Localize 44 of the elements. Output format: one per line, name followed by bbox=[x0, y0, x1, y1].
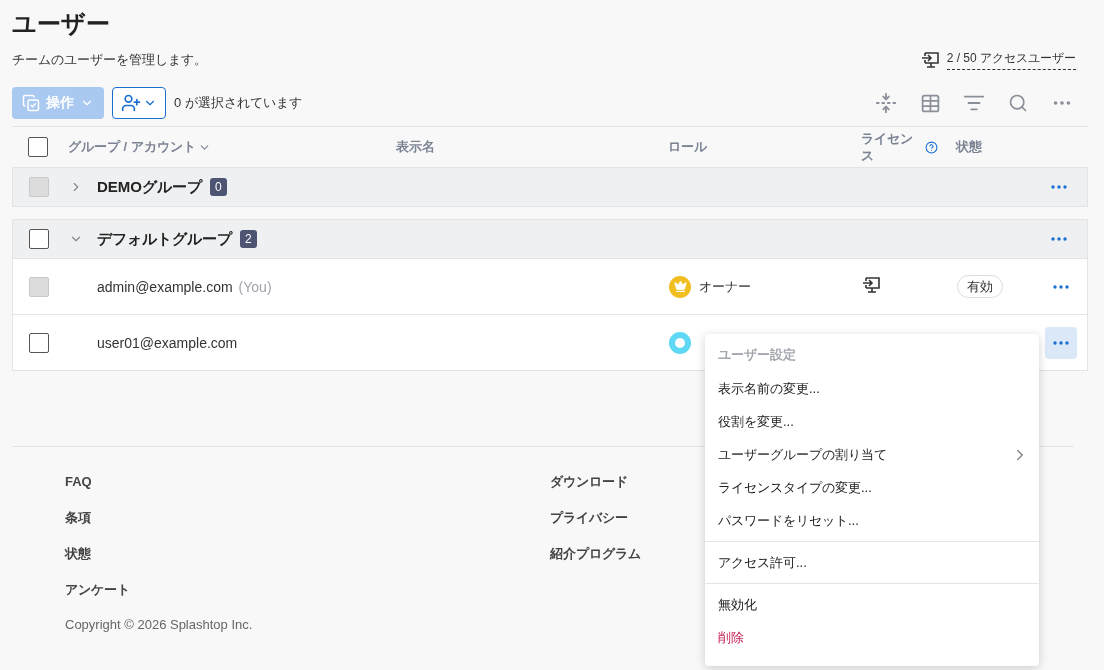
menu-item[interactable]: 無効化 bbox=[705, 588, 1039, 621]
help-icon[interactable] bbox=[925, 140, 938, 154]
footer-link[interactable]: アンケート bbox=[65, 581, 550, 599]
more-button[interactable] bbox=[1045, 326, 1077, 359]
account-email: admin@example.com bbox=[97, 278, 233, 295]
menu-item[interactable]: ユーザーグループの割り当て bbox=[705, 438, 1039, 471]
member-count-badge: 2 bbox=[240, 230, 257, 248]
menu-item[interactable]: パスワードをリセット... bbox=[705, 504, 1039, 537]
column-header[interactable]: グループ / アカウント bbox=[68, 138, 196, 156]
ellipsis-icon bbox=[1051, 237, 1067, 241]
you-tag: (You) bbox=[238, 278, 272, 295]
column-header: 状態 bbox=[956, 138, 982, 156]
add-user-icon bbox=[121, 93, 141, 113]
member-count-badge: 0 bbox=[210, 178, 227, 196]
access-users-link[interactable]: 2 / 50 アクセスユーザー bbox=[920, 50, 1076, 70]
page-title: ユーザー bbox=[12, 9, 111, 39]
menu-item[interactable]: アクセス許可... bbox=[705, 546, 1039, 579]
column-header: 表示名 bbox=[396, 138, 435, 156]
menu-item[interactable]: 表示名前の変更... bbox=[705, 372, 1039, 405]
ellipsis-icon bbox=[1053, 340, 1069, 345]
footer-link[interactable]: 状態 bbox=[65, 545, 550, 563]
group-checkbox[interactable] bbox=[29, 229, 49, 249]
ellipsis-icon bbox=[1051, 185, 1067, 189]
selected-count: 0 が選択されています bbox=[174, 94, 302, 112]
page-subtitle: チームのユーザーを管理します。 bbox=[12, 51, 207, 69]
monitor-icon bbox=[920, 51, 941, 69]
ellipsis-icon bbox=[1053, 284, 1069, 289]
row-checkbox[interactable] bbox=[29, 332, 49, 353]
footer-link[interactable]: 条項 bbox=[65, 509, 550, 527]
group-name: デフォルトグループ bbox=[97, 229, 232, 249]
column-header: ライセンス bbox=[861, 130, 914, 164]
account-email: user01@example.com bbox=[97, 334, 238, 351]
select-all-checkbox[interactable] bbox=[28, 137, 48, 157]
role-label: オーナー bbox=[699, 277, 751, 296]
column-header: ロール bbox=[668, 138, 707, 156]
group-name: DEMOグループ bbox=[97, 177, 202, 197]
footer-link[interactable]: FAQ bbox=[65, 473, 550, 491]
add-user-button[interactable] bbox=[112, 87, 166, 119]
menu-heading: ユーザー設定 bbox=[717, 346, 797, 364]
checklist-icon bbox=[22, 94, 40, 112]
copyright: Copyright © 2026 Splashtop Inc. bbox=[65, 617, 254, 632]
menu-item[interactable]: ライセンスタイプの変更... bbox=[705, 471, 1039, 504]
menu-item[interactable]: 役割を変更... bbox=[705, 405, 1039, 438]
menu-item[interactable]: 削除 bbox=[705, 621, 1039, 654]
